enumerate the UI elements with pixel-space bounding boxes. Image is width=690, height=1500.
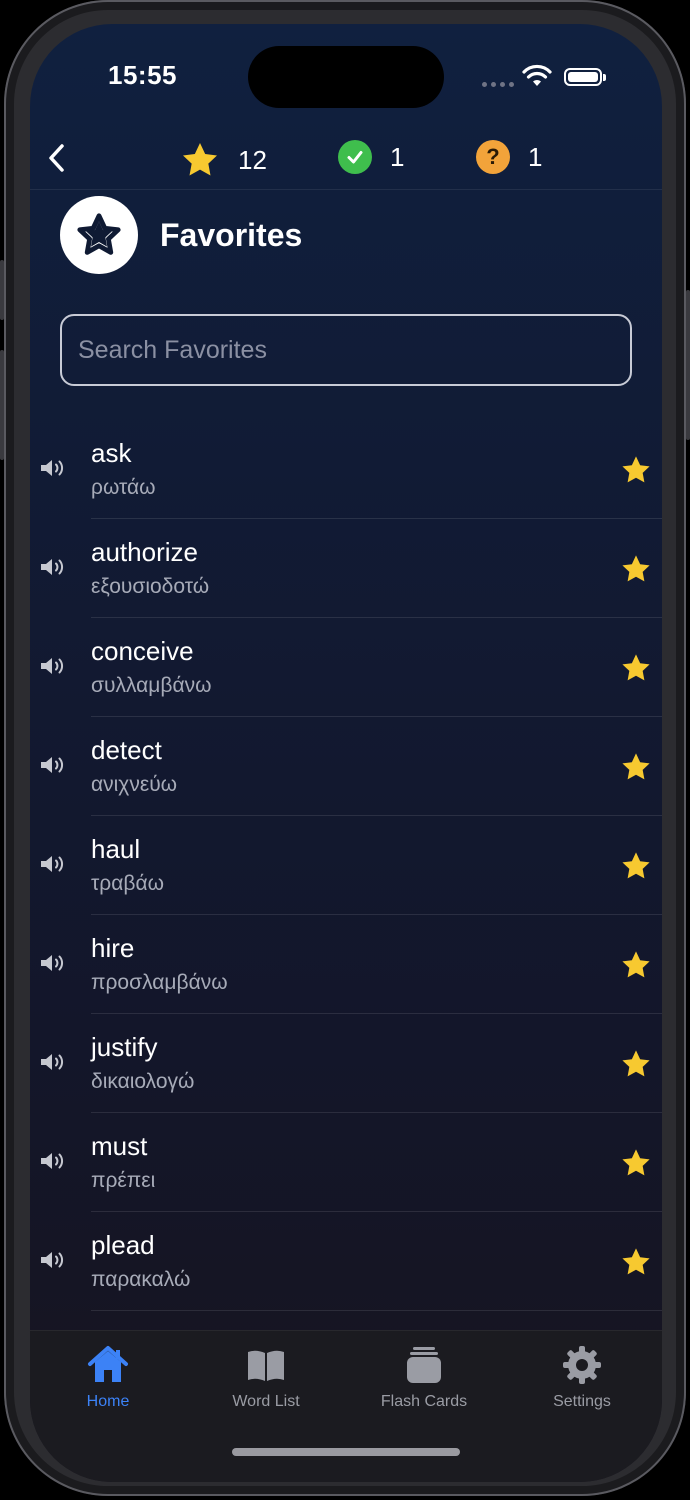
tab-flash-cards[interactable]: Flash Cards — [359, 1343, 489, 1411]
word-translation: εξουσιοδοτώ — [91, 575, 210, 598]
star-icon[interactable] — [620, 850, 652, 882]
word-text: must — [91, 1131, 148, 1161]
favorites-header: Favorites — [60, 196, 302, 274]
speaker-icon[interactable] — [38, 1050, 68, 1074]
known-count: 1 — [338, 140, 404, 174]
word-translation: συλλαμβάνω — [91, 674, 212, 697]
star-icon[interactable] — [620, 454, 652, 486]
tab-label: Home — [86, 1393, 130, 1410]
dynamic-island — [248, 46, 444, 108]
star-icon[interactable] — [620, 652, 652, 684]
tab-label: Flash Cards — [380, 1393, 468, 1410]
word-text: plead — [91, 1230, 155, 1260]
tab-word-list[interactable]: Word List — [201, 1343, 331, 1411]
word-text: hire — [91, 933, 135, 963]
star-icon[interactable] — [620, 949, 652, 981]
star-icon[interactable] — [620, 751, 652, 783]
side-button — [0, 260, 4, 320]
side-button — [0, 350, 4, 460]
question-circle-icon: ? — [476, 140, 510, 174]
top-nav-bar: 12 1 ? 1 — [30, 128, 662, 190]
check-circle-icon — [338, 140, 372, 174]
speaker-icon[interactable] — [38, 654, 68, 678]
app-screen: 15:55 12 1 ? 1 Favorites Search Favorite… — [30, 24, 662, 1482]
word-translation: τραβάω — [91, 872, 164, 895]
word-text: justify — [91, 1032, 158, 1062]
word-text: authorize — [91, 537, 198, 567]
star-icon[interactable] — [620, 1246, 652, 1278]
list-item[interactable]: must πρέπει — [30, 1113, 662, 1212]
word-text: detect — [91, 735, 162, 765]
word-text: conceive — [91, 636, 194, 666]
speaker-icon[interactable] — [38, 555, 68, 579]
home-indicator — [232, 1448, 460, 1456]
star-icon[interactable] — [620, 1048, 652, 1080]
word-text: haul — [91, 834, 141, 864]
list-item[interactable]: justify δικαιολογώ — [30, 1014, 662, 1113]
word-text: ask — [91, 438, 132, 468]
search-input[interactable] — [60, 314, 632, 386]
signal-icon — [482, 82, 514, 87]
list-item[interactable]: haul τραβάω — [30, 816, 662, 915]
favorites-count: 12 — [180, 140, 267, 180]
word-translation: ανιχνεύω — [91, 773, 178, 796]
list-item[interactable]: hire προσλαμβάνω — [30, 915, 662, 1014]
side-button — [686, 290, 690, 440]
tab-home[interactable]: Home — [43, 1343, 173, 1411]
tab-bar: Home Word List Flash Cards Settings — [30, 1330, 662, 1482]
battery-icon — [564, 68, 606, 86]
word-translation: δικαιολογώ — [91, 1070, 195, 1093]
list-item[interactable]: detect ανιχνεύω — [30, 717, 662, 816]
gear-icon — [563, 1346, 601, 1384]
unknown-count-value: 1 — [528, 141, 543, 172]
favorites-count-value: 12 — [238, 144, 267, 175]
known-count-value: 1 — [390, 141, 405, 172]
divider — [91, 1310, 662, 1311]
star-icon — [183, 143, 217, 176]
star-icon — [60, 196, 138, 274]
status-time: 15:55 — [108, 60, 177, 90]
star-icon[interactable] — [620, 553, 652, 585]
list-item[interactable]: ask ρωτάω — [30, 420, 662, 519]
speaker-icon[interactable] — [38, 456, 68, 480]
word-translation: προσλαμβάνω — [91, 971, 228, 994]
speaker-icon[interactable] — [38, 753, 68, 777]
star-icon[interactable] — [620, 1147, 652, 1179]
tab-label: Settings — [553, 1393, 611, 1410]
list-item[interactable]: conceive συλλαμβάνω — [30, 618, 662, 717]
chevron-left-icon[interactable] — [38, 138, 78, 178]
unknown-count: ? 1 — [476, 140, 542, 174]
speaker-icon[interactable] — [38, 951, 68, 975]
tab-settings[interactable]: Settings — [517, 1343, 647, 1411]
speaker-icon[interactable] — [38, 1248, 68, 1272]
cards-icon — [407, 1347, 441, 1383]
page-title: Favorites — [160, 216, 303, 253]
speaker-icon[interactable] — [38, 1149, 68, 1173]
list-item[interactable]: authorize εξουσιοδοτώ — [30, 519, 662, 618]
word-translation: ρωτάω — [91, 476, 156, 499]
house-icon — [88, 1346, 128, 1382]
wifi-icon — [522, 64, 552, 86]
list-item[interactable]: plead παρακαλώ — [30, 1212, 662, 1311]
speaker-icon[interactable] — [38, 852, 68, 876]
word-translation: παρακαλώ — [91, 1268, 191, 1291]
favorites-list: ask ρωτάω authorize εξουσιοδοτώ conceive… — [30, 420, 662, 1311]
book-icon — [248, 1350, 284, 1381]
tab-label: Word List — [232, 1393, 300, 1410]
word-translation: πρέπει — [91, 1169, 156, 1192]
